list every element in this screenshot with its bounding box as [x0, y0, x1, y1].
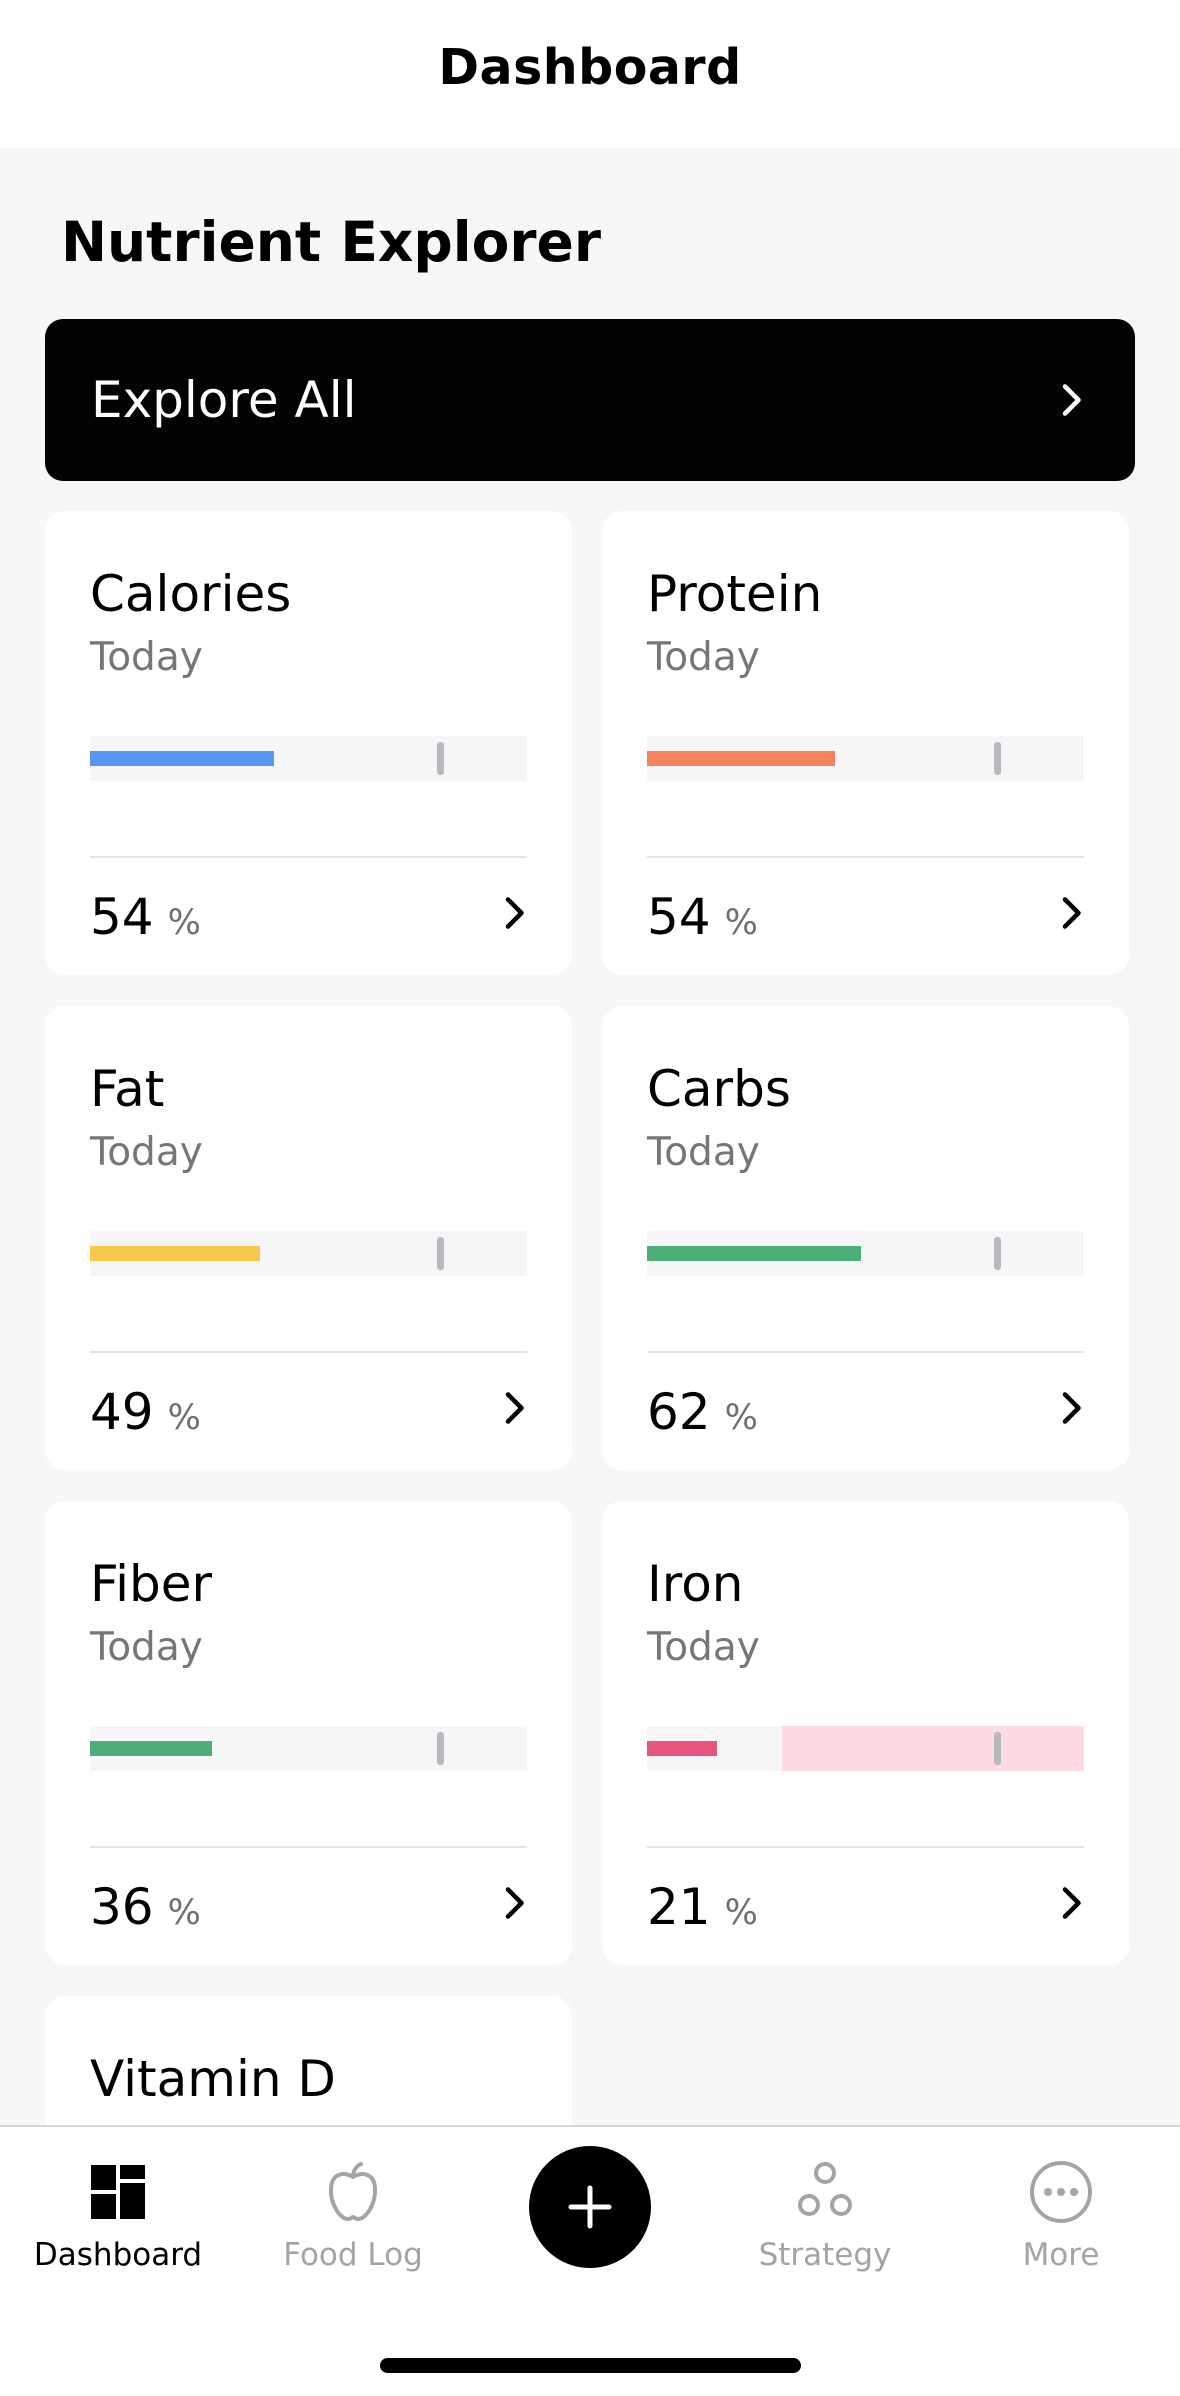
value-unit: %: [167, 1893, 201, 1933]
add-button[interactable]: [529, 2146, 651, 2268]
progress-bar: [90, 1231, 527, 1276]
card-name: Calories: [90, 565, 292, 623]
tab-label: Dashboard: [33, 2237, 203, 2273]
card-value: 36%: [90, 1878, 201, 1936]
nutrient-card-calories[interactable]: Calories Today 54%: [45, 511, 572, 975]
chevron-right-icon: [505, 1392, 524, 1424]
progress-bar: [90, 1726, 527, 1771]
progress-bar-fill: [647, 1741, 717, 1756]
card-name: Fiber: [90, 1555, 213, 1613]
plus-icon: [568, 2185, 612, 2229]
card-period: Today: [647, 1625, 760, 1670]
progress-bar-target-marker: [994, 742, 1001, 775]
progress-bar: [647, 1726, 1084, 1771]
chevron-right-icon: [1062, 897, 1081, 929]
value-unit: %: [167, 903, 201, 943]
bottom-tab-bar: Dashboard Food Log Strategy More: [0, 2125, 1180, 2396]
section-title: Nutrient Explorer: [61, 210, 601, 274]
tab-label: Strategy: [758, 2237, 892, 2273]
value-number: 54: [647, 888, 711, 946]
progress-bar-fill: [90, 1741, 212, 1756]
explore-all-button[interactable]: Explore All: [45, 319, 1135, 481]
card-name: Iron: [647, 1555, 744, 1613]
card-period: Today: [647, 1130, 760, 1175]
explore-all-label: Explore All: [91, 371, 357, 429]
tab-label: More: [1022, 2237, 1100, 2273]
card-period: Today: [90, 635, 203, 680]
value-number: 54: [90, 888, 154, 946]
value-number: 49: [90, 1383, 154, 1441]
divider: [90, 1351, 527, 1353]
card-name: Fat: [90, 1060, 165, 1118]
card-value: 49%: [90, 1383, 201, 1441]
progress-bar-target-marker: [437, 1237, 444, 1270]
progress-bar-fill: [647, 1246, 861, 1261]
divider: [647, 1846, 1084, 1848]
more-icon: [1030, 2161, 1092, 2223]
card-value: 54%: [90, 888, 201, 946]
chevron-right-icon: [1062, 1887, 1081, 1919]
value-number: 21: [647, 1878, 711, 1936]
progress-bar-target-marker: [994, 1237, 1001, 1270]
nutrient-card-protein[interactable]: Protein Today 54%: [602, 511, 1129, 975]
progress-bar-fill: [90, 751, 274, 766]
value-unit: %: [724, 1893, 758, 1933]
progress-bar: [90, 736, 527, 781]
progress-bar-target-marker: [437, 742, 444, 775]
tab-label: Food Log: [283, 2237, 423, 2273]
card-name: Carbs: [647, 1060, 791, 1118]
chevron-right-icon: [1062, 384, 1081, 416]
divider: [647, 1351, 1084, 1353]
card-name: Vitamin D: [90, 2050, 336, 2108]
page-title: Dashboard: [438, 38, 742, 96]
chevron-right-icon: [505, 1887, 524, 1919]
divider: [647, 856, 1084, 858]
card-value: 62%: [647, 1383, 758, 1441]
card-period: Today: [90, 1130, 203, 1175]
tab-strategy[interactable]: Strategy: [725, 2159, 925, 2289]
progress-bar-zone: [782, 1726, 1084, 1771]
card-name: Protein: [647, 565, 823, 623]
nutrient-card-vitamin-d[interactable]: Vitamin D: [45, 1996, 572, 2136]
tab-more[interactable]: More: [961, 2159, 1161, 2289]
progress-bar: [647, 1231, 1084, 1276]
value-unit: %: [167, 1398, 201, 1438]
value-number: 62: [647, 1383, 711, 1441]
apple-icon: [328, 2162, 378, 2221]
chevron-right-icon: [1062, 1392, 1081, 1424]
progress-bar-target-marker: [994, 1732, 1001, 1765]
nutrient-card-carbs[interactable]: Carbs Today 62%: [602, 1006, 1129, 1470]
top-nav-bar: Dashboard: [0, 0, 1180, 148]
card-period: Today: [90, 1625, 203, 1670]
strategy-icon: [798, 2162, 852, 2216]
chevron-right-icon: [505, 897, 524, 929]
progress-bar-fill: [90, 1246, 260, 1261]
progress-bar-target-marker: [437, 1732, 444, 1765]
tab-dashboard[interactable]: Dashboard: [18, 2159, 218, 2289]
home-indicator: [380, 2358, 801, 2373]
card-period: Today: [647, 635, 760, 680]
nutrient-card-fiber[interactable]: Fiber Today 36%: [45, 1501, 572, 1965]
dashboard-icon: [91, 2165, 145, 2219]
divider: [90, 856, 527, 858]
divider: [90, 1846, 527, 1848]
nutrient-card-fat[interactable]: Fat Today 49%: [45, 1006, 572, 1470]
tab-food-log[interactable]: Food Log: [253, 2159, 453, 2289]
progress-bar: [647, 736, 1084, 781]
value-unit: %: [724, 1398, 758, 1438]
nutrient-card-iron[interactable]: Iron Today 21%: [602, 1501, 1129, 1965]
card-value: 54%: [647, 888, 758, 946]
value-number: 36: [90, 1878, 154, 1936]
progress-bar-fill: [647, 751, 835, 766]
nutrient-card-grid: Calories Today 54% Protein Today 54% Fat Today 4…: [45, 511, 1129, 1965]
card-value: 21%: [647, 1878, 758, 1936]
value-unit: %: [724, 903, 758, 943]
